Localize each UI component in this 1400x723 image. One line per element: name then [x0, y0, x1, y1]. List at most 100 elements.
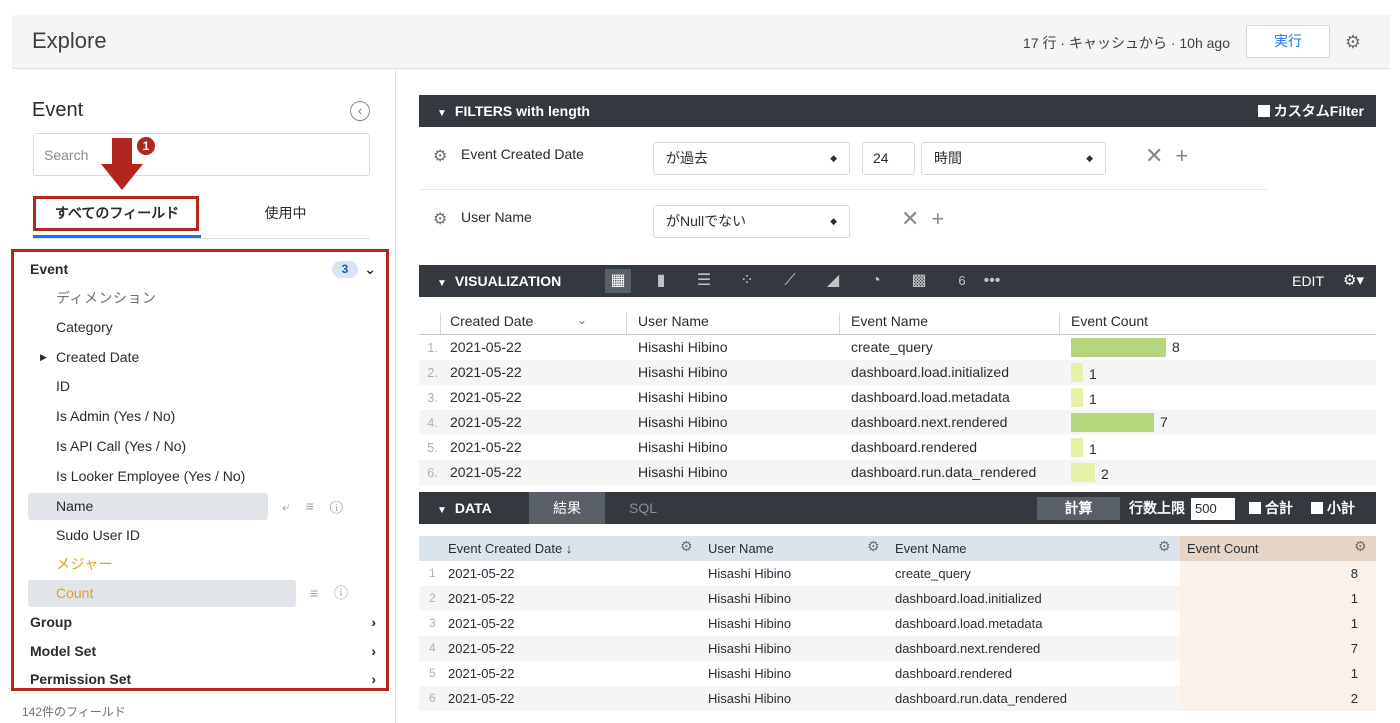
sort-chevron-icon[interactable]: ⌄ [577, 313, 587, 327]
viz-table-row: 1. 2021-05-22 Hisashi Hibino create_query 8 [419, 335, 1376, 360]
group-model-set[interactable]: Model Set › [14, 637, 386, 666]
count-bar [1071, 363, 1083, 382]
collapse-panel-icon[interactable]: ‹ [350, 101, 370, 121]
column-header[interactable]: Event Count [1071, 313, 1148, 329]
filter-operator-select[interactable]: がNullでない ◆ [653, 205, 850, 238]
tab-results[interactable]: 結果 [529, 492, 605, 524]
column-header[interactable]: User Name [638, 313, 709, 329]
table-row[interactable]: 2 2021-05-22 Hisashi Hibino dashboard.load.… [419, 586, 1376, 611]
field-label: Name [56, 498, 94, 514]
run-button[interactable]: 実行 [1246, 25, 1330, 58]
measure-cell-bg [1180, 611, 1376, 636]
viz-table-row: 2. 2021-05-22 Hisashi Hibino dashboard.load… [419, 360, 1376, 385]
count-value: 1 [1089, 391, 1097, 407]
gear-icon[interactable]: ⚙ [1158, 538, 1171, 555]
user-cell: Hisashi Hibino [708, 666, 792, 681]
remove-add-filter-icons[interactable]: ✕+ [1145, 143, 1200, 169]
page-title: Explore [32, 28, 107, 53]
single-value-icon[interactable]: 6 [949, 269, 975, 293]
edit-button[interactable]: EDIT [1292, 265, 1324, 297]
gear-icon[interactable]: ⚙ [433, 146, 447, 166]
custom-filter-toggle[interactable]: カスタムFilter [1257, 95, 1364, 127]
data-label: DATA [454, 500, 492, 516]
user-cell: Hisashi Hibino [638, 339, 728, 355]
viz-table-row: 4. 2021-05-22 Hisashi Hibino dashboard.next… [419, 410, 1376, 435]
gear-icon[interactable]: ⚙ [433, 209, 447, 229]
bar-chart-icon[interactable]: ▮ [648, 269, 674, 293]
area-chart-icon[interactable]: ◢ [820, 269, 846, 293]
checkbox[interactable] [1311, 502, 1323, 514]
field-item[interactable]: Is Admin (Yes / No) [14, 402, 386, 431]
map-icon[interactable]: ▩ [906, 269, 932, 293]
remove-add-filter-icons[interactable]: ✕+ [901, 206, 956, 232]
checkbox[interactable] [1257, 105, 1270, 117]
filter-info-icons[interactable]: ≡ ⓘ [310, 579, 354, 608]
field-item-name[interactable]: Name ⤶ ≡ ⓘ [14, 492, 386, 521]
event-cell: dashboard.next.rendered [851, 414, 1008, 430]
group-group[interactable]: Group › [14, 608, 386, 637]
filter-value-input[interactable]: 24 [862, 142, 915, 175]
row-number: 6 [429, 691, 436, 705]
field-item-count[interactable]: Count ≡ ⓘ [14, 579, 386, 608]
more-icon[interactable]: ••• [979, 269, 1005, 293]
pivot-filter-info-icons[interactable]: ⤶ ≡ ⓘ [282, 492, 349, 521]
field-item[interactable]: ID [14, 372, 386, 401]
table-row[interactable]: 5 2021-05-22 Hisashi Hibino dashboard.rende… [419, 661, 1376, 686]
pie-chart-icon[interactable]: ◔ [863, 269, 889, 293]
column-header[interactable]: Event Name [895, 536, 967, 561]
visualization-bar[interactable]: ▼ VISUALIZATION ▦ ▮ ☰ ⁘ ⟋ ◢ ◔ ▩ 6 ••• EDI… [419, 265, 1376, 297]
table-row[interactable]: 4 2021-05-22 Hisashi Hibino dashboard.next.… [419, 636, 1376, 661]
viz-table-row: 6. 2021-05-22 Hisashi Hibino dashboard.run.… [419, 460, 1376, 485]
group-permission-set[interactable]: Permission Set › [14, 665, 386, 694]
column-header[interactable]: Event Created Date ↓ [448, 536, 572, 561]
filter-operator-select[interactable]: が過去 ◆ [653, 142, 850, 175]
table-icon[interactable]: ▦ [605, 269, 631, 293]
measure-cell-bg [1180, 586, 1376, 611]
row-number: 4. [427, 415, 438, 430]
column-header[interactable]: Event Count [1187, 536, 1259, 561]
column-header[interactable]: Event Name [851, 313, 928, 329]
field-item[interactable]: Is Looker Employee (Yes / No) [14, 462, 386, 491]
field-item-created-date[interactable]: ▶ Created Date [14, 343, 386, 372]
column-header[interactable]: User Name [708, 536, 774, 561]
count-bar [1071, 438, 1083, 457]
table-row[interactable]: 1 2021-05-22 Hisashi Hibino create_query 8 [419, 561, 1376, 586]
field-item[interactable]: Category [14, 313, 386, 342]
tab-in-use[interactable]: 使用中 [201, 198, 370, 238]
list-icon[interactable]: ☰ [691, 269, 717, 293]
subtotals-toggle[interactable]: 小計 [1311, 492, 1355, 524]
gear-menu-icon[interactable]: ⚙▾ [1343, 265, 1364, 297]
row-limit-input[interactable]: 500 [1191, 498, 1235, 520]
row-number: 5 [429, 666, 436, 680]
calculate-button[interactable]: 計算 [1037, 497, 1120, 520]
tab-sql[interactable]: SQL [615, 492, 671, 524]
date-cell: 2021-05-22 [448, 591, 515, 606]
line-chart-icon[interactable]: ⟋ [777, 269, 803, 293]
gear-icon[interactable]: ⚙ [867, 538, 880, 555]
totals-toggle[interactable]: 合計 [1249, 492, 1293, 524]
field-item[interactable]: Sudo User ID [14, 521, 386, 550]
field-item[interactable]: Is API Call (Yes / No) [14, 432, 386, 461]
table-row[interactable]: 6 2021-05-22 Hisashi Hibino dashboard.run.d… [419, 686, 1376, 711]
checkbox[interactable] [1249, 502, 1261, 514]
table-row[interactable]: 3 2021-05-22 Hisashi Hibino dashboard.load.… [419, 611, 1376, 636]
group-event[interactable]: Event 3 ⌄ [14, 255, 386, 284]
select-arrow-icon: ◆ [1086, 153, 1093, 163]
count-value: 8 [1172, 339, 1180, 355]
date-cell: 2021-05-22 [448, 616, 515, 631]
filters-title: ▼ FILTERS with length [437, 95, 590, 130]
user-cell: Hisashi Hibino [638, 364, 728, 380]
count-bar [1071, 338, 1166, 357]
gear-icon[interactable]: ⚙ [680, 538, 693, 555]
viz-header-row: Created Date ⌄ User Name Event Name Even… [419, 313, 1376, 335]
filter-label: Event Created Date [461, 146, 584, 162]
search-input[interactable] [33, 133, 370, 176]
scatter-icon[interactable]: ⁘ [734, 269, 760, 293]
filters-bar[interactable]: ▼ FILTERS with length カスタムFilter [419, 95, 1376, 127]
filter-unit-select[interactable]: 時間 ◆ [921, 142, 1106, 175]
date-cell: 2021-05-22 [448, 691, 515, 706]
column-header[interactable]: Created Date [450, 313, 533, 329]
gear-icon[interactable]: ⚙ [1342, 31, 1364, 53]
select-arrow-icon: ◆ [830, 153, 837, 163]
gear-icon[interactable]: ⚙ [1354, 538, 1367, 555]
